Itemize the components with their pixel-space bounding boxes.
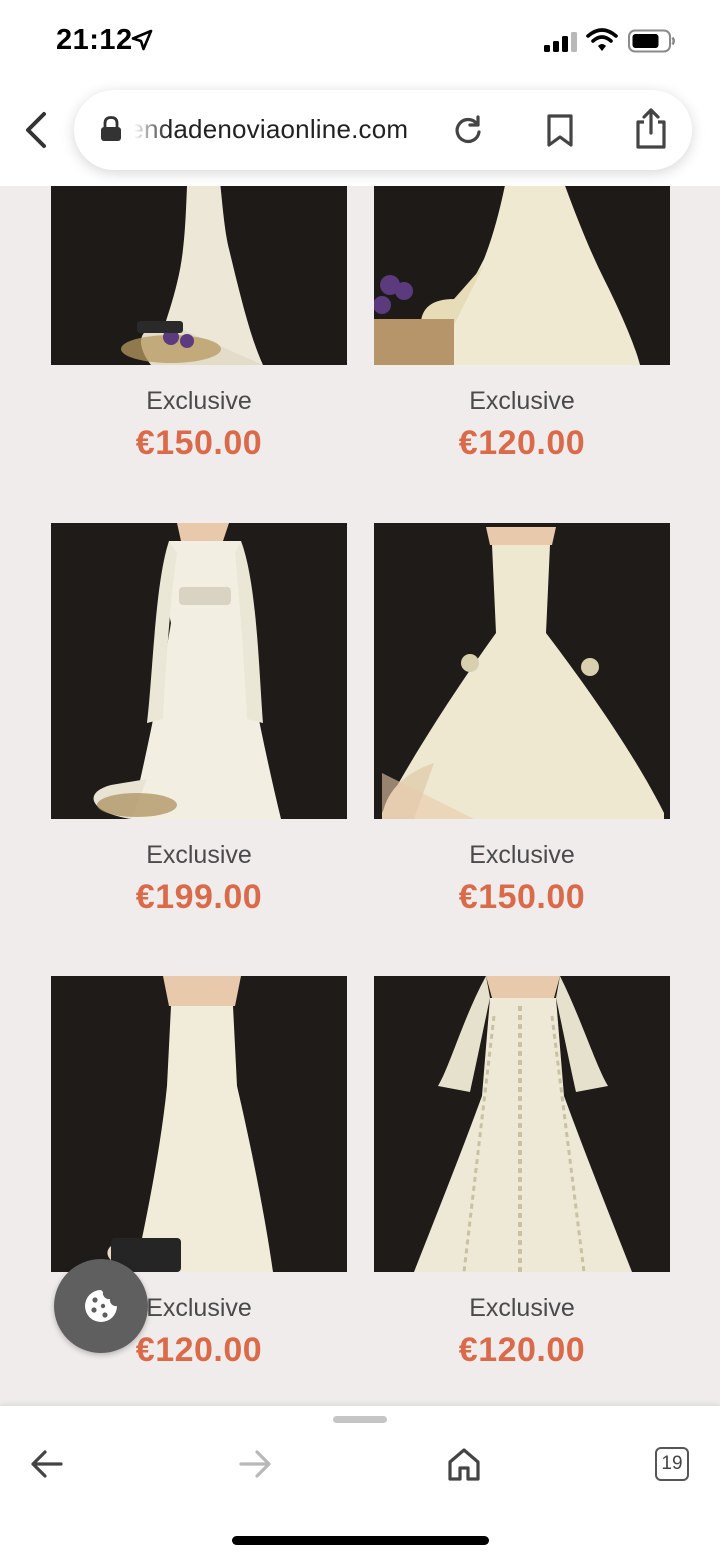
browser-bottom-toolbar: 19 [0,1406,720,1557]
product-price: €120.00 [458,424,586,462]
status-time: 21:12 [56,24,133,56]
product-card[interactable]: Exclusive €120.00 [374,186,670,463]
cookie-settings-button[interactable] [54,1259,148,1353]
share-icon[interactable] [634,108,668,155]
url-fade [134,108,168,152]
url-text: tiendadenoviaonline.com [134,114,409,144]
product-image[interactable] [51,523,347,819]
arrow-right-icon[interactable] [238,1448,272,1485]
product-image[interactable] [374,523,670,819]
battery-icon [628,29,676,58]
drag-handle[interactable] [333,1416,387,1423]
arrow-left-icon[interactable] [30,1448,64,1485]
product-image[interactable] [51,186,347,365]
bookmark-icon[interactable] [546,114,574,153]
product-name[interactable]: Exclusive [51,387,347,416]
product-image[interactable] [374,976,670,1272]
product-name[interactable]: Exclusive [374,387,670,416]
home-indicator [232,1536,489,1545]
browser-toolbar: tiendadenoviaonline.com [0,84,720,186]
product-image[interactable] [51,976,347,1272]
product-price: €199.00 [135,878,263,916]
product-card[interactable]: Exclusive €120.00 [374,976,670,1370]
tabs-button[interactable]: 19 [655,1447,689,1481]
product-image[interactable] [374,186,670,365]
signal-icon [544,32,578,57]
location-arrow-icon [130,28,154,57]
product-price: €120.00 [458,1331,586,1369]
product-card[interactable]: Exclusive €150.00 [51,186,347,463]
address-bar[interactable]: tiendadenoviaonline.com [74,90,692,170]
product-name[interactable]: Exclusive [374,841,670,870]
wifi-icon [586,28,618,57]
product-price: €150.00 [458,878,586,916]
chevron-left-icon[interactable] [22,110,50,155]
home-icon[interactable] [446,1446,482,1487]
product-card[interactable]: Exclusive €199.00 [51,523,347,917]
product-name[interactable]: Exclusive [374,1294,670,1323]
product-card[interactable]: Exclusive €150.00 [374,523,670,917]
product-price: €150.00 [135,424,263,462]
reload-icon[interactable] [452,114,484,151]
cookie-icon [85,1290,117,1322]
lock-icon [100,116,122,147]
product-name[interactable]: Exclusive [51,841,347,870]
status-bar: 21:12 [0,0,720,84]
product-grid: Exclusive €150.00 Exclusive €120.00 Excl… [0,186,720,1406]
